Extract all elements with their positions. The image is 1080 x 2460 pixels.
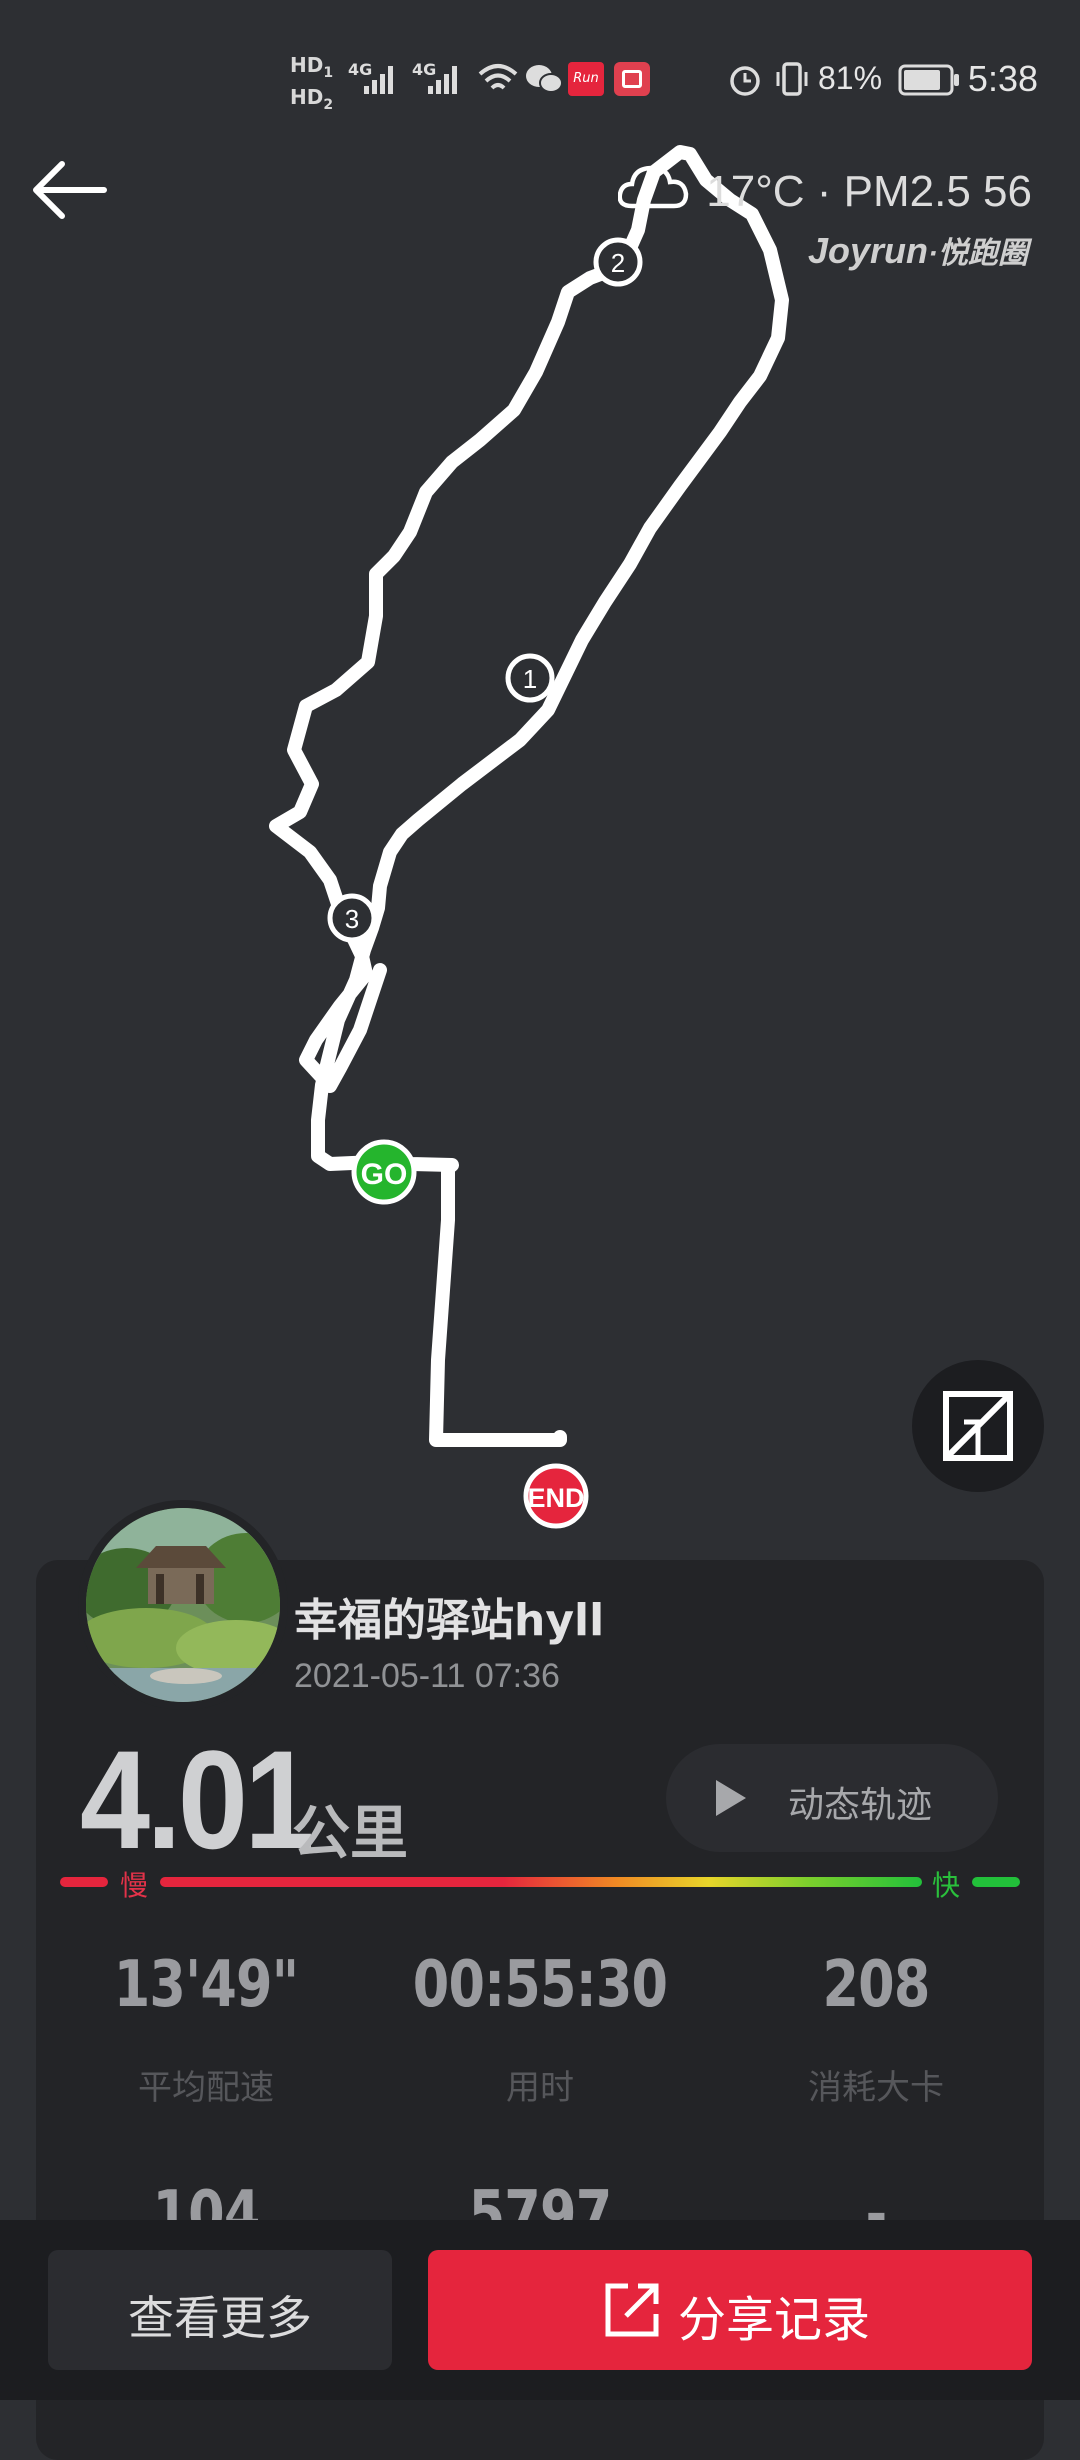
pace-gradient-bar [60,1877,1020,1887]
fast-label: 快 [932,1869,961,1902]
calories-value: 208 [822,1948,930,2022]
sim2-hd-badge: HD2 [290,85,334,113]
battery-icon [898,64,959,96]
avatar-image [86,1508,280,1702]
fullscreen-toggle-icon [943,1391,1013,1461]
avg-pace-label: 平均配速 [138,2068,274,2108]
running-route [269,145,789,1447]
wechat-icon [526,65,563,93]
view-more-button[interactable]: 查看更多 [48,2250,392,2370]
vibrate-icon [776,62,808,96]
signal-icon [364,66,393,94]
signal-icon [428,66,457,94]
status-time: 5:38 [967,58,1038,99]
avg-pace-value: 13'49" [113,1948,299,2022]
sim1-hd-badge: HD1 [290,53,334,81]
end-marker: END [523,1463,589,1529]
book-app-icon [614,62,650,96]
svg-text:GO: GO [361,1158,408,1191]
start-marker: GO [351,1139,417,1205]
run-datetime: 2021-05-11 07:36 [294,1657,560,1695]
distance-value: 4.01 [80,1721,314,1878]
cloud-icon [617,165,689,209]
svg-text:END: END [527,1483,584,1513]
status-bar: HD1 HD2 4G 4G Run 81% 5:38 [0,0,1080,150]
play-icon [716,1780,746,1816]
arrow-left-icon [33,161,107,219]
weather-info: 17°C · PM2.5 56 [617,160,1032,217]
km-marker-1: 1 [505,653,555,703]
svg-text:2: 2 [611,248,625,278]
battery-percent: 81% [818,60,883,96]
back-button[interactable] [28,150,118,230]
share-record-button[interactable]: 分享记录 [428,2250,1032,2370]
share-record-label: 分享记录 [678,2292,871,2348]
fullscreen-toggle-button[interactable] [912,1360,1044,1492]
km-marker-3: 3 [327,893,377,943]
wifi-icon [478,64,518,90]
avatar[interactable] [86,1508,280,1702]
svg-text:3: 3 [345,904,359,934]
alarm-icon [730,66,760,96]
weather-text: 17°C · PM2.5 56 [706,167,1032,216]
distance-unit: 公里 [292,1799,409,1867]
duration-value: 00:55:30 [412,1948,668,2022]
username[interactable]: 幸福的驿站hyll [294,1584,604,1648]
km-marker-2: 2 [593,237,643,287]
duration-label: 用时 [506,2068,574,2108]
calories-label: 消耗大卡 [808,2068,944,2108]
brand-logo: Joyrun·悦跑圈 [807,230,1028,271]
svg-text:1: 1 [523,664,537,694]
dynamic-track-label: 动态轨迹 [788,1785,933,1826]
view-more-label: 查看更多 [128,2291,312,2345]
run-app-icon: Run [568,62,604,96]
share-icon [605,2283,659,2337]
slow-label: 慢 [120,1869,149,1902]
dynamic-track-button[interactable]: 动态轨迹 [666,1744,998,1852]
